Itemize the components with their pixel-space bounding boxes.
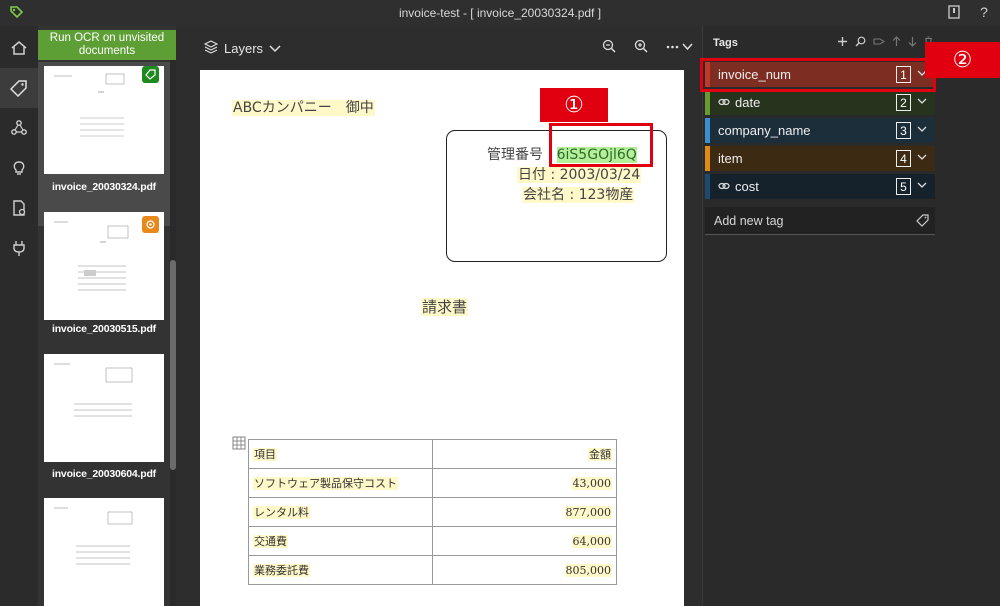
tag-label: cost [735,179,759,194]
document-settings-icon[interactable] [0,188,38,228]
panel-toggle-icon[interactable] [946,3,962,21]
layers-dropdown[interactable]: Layers [203,40,281,57]
chevron-down-icon [269,41,281,56]
add-new-tag-input[interactable]: Add new tag [705,207,935,235]
control-number-label: 管理番号 : [487,147,553,163]
tag-item-cost[interactable]: cost 5 [705,174,935,199]
chevron-down-icon[interactable] [917,181,931,192]
thumbnail-item[interactable]: invoice_20030604.pdf [38,348,170,480]
tag-hotkey: 2 [896,94,911,111]
zoom-out-icon[interactable] [602,39,616,56]
document-viewer: Layers ABCカンパニー 御中 管理番号: 6iS5GOjl6Q 日付 … [176,26,702,606]
home-icon[interactable] [0,28,38,68]
thumbnail-page [44,354,164,462]
move-up-icon[interactable] [892,36,901,50]
tag-hotkey: 4 [896,150,911,167]
thumbnail-item[interactable] [38,494,170,606]
title-bar: invoice-test - [ invoice_20030324.pdf ] … [0,0,1000,26]
thumbnail-item[interactable]: invoice_20030515.pdf [38,210,170,342]
tag-item-item[interactable]: item 4 [705,146,935,171]
tag-hotkey: 3 [896,122,911,139]
run-ocr-button[interactable]: Run OCR on unvisited documents [38,30,176,60]
tag-label: company_name [718,123,811,138]
thumbnail-page [44,498,164,606]
date-line: 日付 : 2003/03/24 [517,164,642,184]
document-heading: 請求書 [421,296,469,317]
chevron-down-icon[interactable] [917,125,931,136]
table-cell-item[interactable]: 業務委託費 [253,564,310,577]
table-header-item[interactable]: 項目 [253,448,277,461]
link-icon [718,95,730,110]
table-row: 交通費 64,000 [248,526,617,556]
visited-badge-icon [142,216,159,233]
layers-icon [203,40,219,57]
tag-outline-icon [916,214,929,230]
layers-label: Layers [224,41,264,56]
tags-panel: Tags invoice_num 1 date 2 company_name 3… [702,26,1000,606]
app-window: invoice-test - [ invoice_20030324.pdf ] … [0,0,1000,606]
thumbnail-label: invoice_20030515.pdf [52,323,156,335]
heading-value[interactable]: 請求書 [421,298,469,316]
add-tag-icon[interactable] [837,36,848,50]
document-page: ABCカンパニー 御中 管理番号 : 6iS5GOjl6Q 日付 : 2003/… [200,70,684,606]
search-icon[interactable] [855,36,866,50]
thumbnail-label: invoice_20030324.pdf [52,181,156,193]
lock-tag-icon[interactable] [873,36,886,50]
tag-label: date [735,95,761,110]
addressee-value[interactable]: ABCカンパニー 御中 [232,100,375,116]
table-row: 業務委託費 805,000 [248,555,617,585]
plug-icon[interactable] [0,228,38,268]
chevron-down-icon[interactable] [917,97,931,108]
window-title: invoice-test - [ invoice_20030324.pdf ] [398,6,602,20]
tagged-badge-icon [142,66,159,83]
invoice-table: 項目 金額 ソフトウェア製品保守コスト 43,000 レンタル料 877,000… [248,439,617,585]
tag-icon[interactable] [0,68,38,108]
annotation-label-2: ② [925,42,1000,78]
document-thumbnail-panel: Run OCR on unvisited documents invoice_2… [38,26,176,606]
tag-item-date[interactable]: date 2 [705,90,935,115]
thumbnail-label: invoice_20030604.pdf [52,468,156,480]
company-line: 会社名 : 123物産 [522,184,635,204]
connections-icon[interactable] [0,108,38,148]
annotation-label-1: ① [540,88,608,122]
table-cell-item[interactable]: ソフトウェア製品保守コスト [253,477,398,490]
table-cell-item[interactable]: レンタル料 [253,506,310,519]
table-row: レンタル料 877,000 [248,497,617,527]
table-cell-amount[interactable]: 805,000 [564,563,612,577]
help-icon[interactable]: ? [976,3,992,21]
table-header-amount[interactable]: 金額 [588,448,612,461]
tag-hotkey: 5 [896,178,911,195]
table-header-row: 項目 金額 [248,439,617,469]
table-cell-item[interactable]: 交通費 [253,535,288,548]
move-down-icon[interactable] [908,36,917,50]
company-value[interactable]: 会社名 : 123物産 [522,187,635,203]
tags-title: Tags [713,37,738,49]
annotation-box-2 [700,58,936,92]
more-icon[interactable] [666,39,694,56]
table-cell-amount[interactable]: 43,000 [571,476,612,490]
thumbnail-item[interactable]: invoice_20030324.pdf [38,62,170,226]
annotation-box-1 [549,123,653,167]
table-cell-amount[interactable]: 877,000 [564,505,612,519]
table-cell-amount[interactable]: 64,000 [571,534,612,548]
tag-item-company-name[interactable]: company_name 3 [705,118,935,143]
lightbulb-icon[interactable] [0,148,38,188]
link-icon [718,179,730,194]
zoom-in-icon[interactable] [634,39,648,56]
add-tag-placeholder: Add new tag [714,213,784,228]
table-icon[interactable] [232,436,246,455]
viewer-toolbar: Layers [176,26,702,70]
addressee-text: ABCカンパニー 御中 [232,97,375,117]
tag-label: item [718,151,743,166]
date-value[interactable]: 日付 : 2003/03/24 [517,167,642,183]
activity-rail [0,26,38,606]
chevron-down-icon[interactable] [917,153,931,164]
table-row: ソフトウェア製品保守コスト 43,000 [248,468,617,498]
